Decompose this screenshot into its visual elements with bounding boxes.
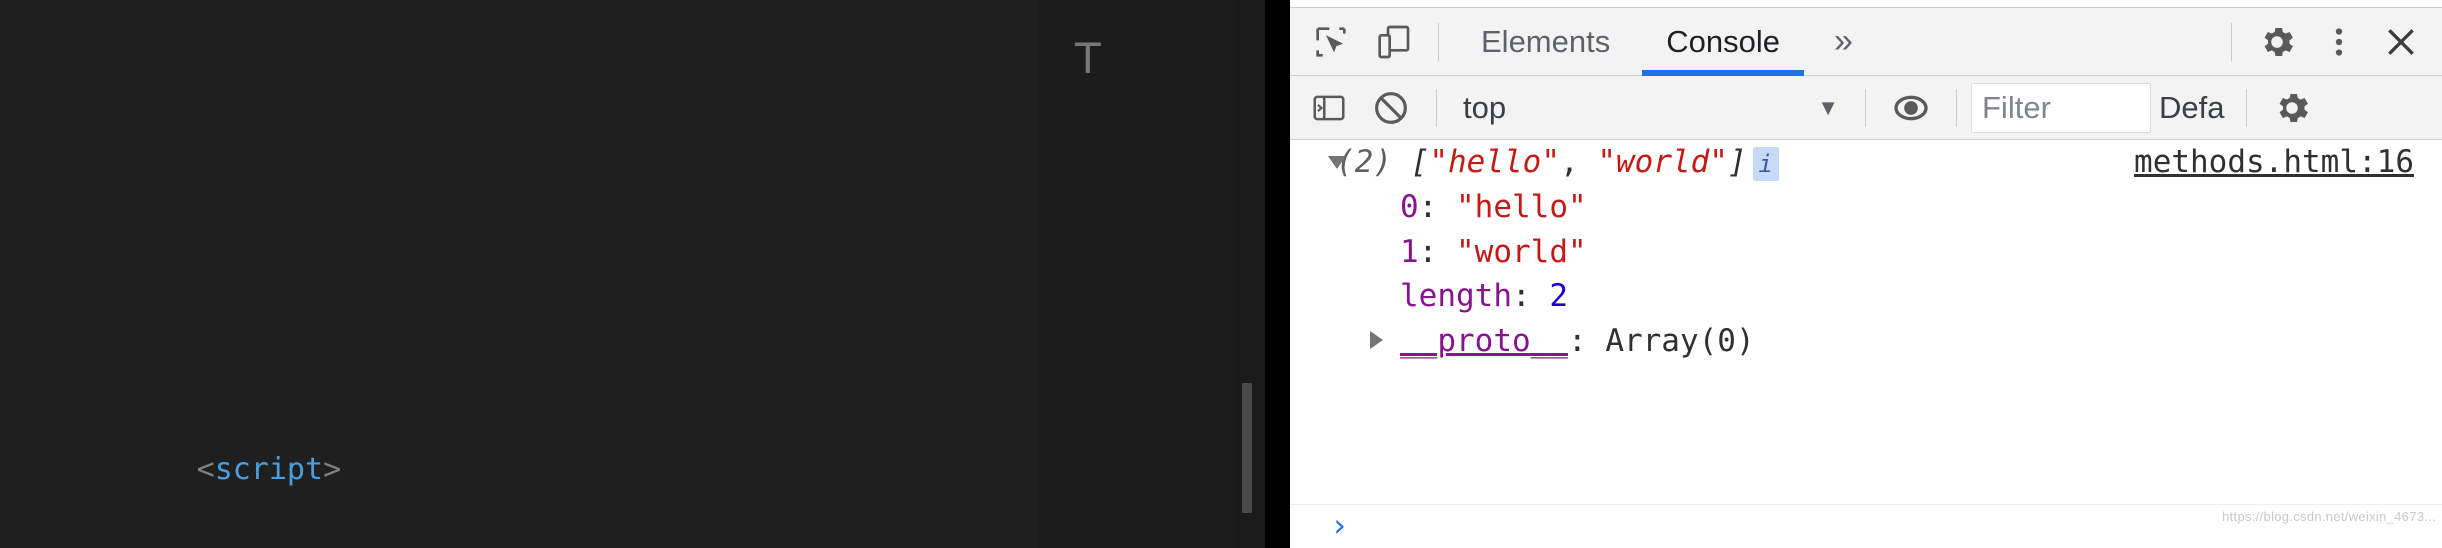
property-colon: : <box>1418 189 1456 226</box>
editor-scrollbar-thumb[interactable] <box>1242 383 1252 513</box>
code-editor-surface[interactable]: <script> const array = "hello world" con… <box>0 0 1037 548</box>
live-expression-icon[interactable] <box>1880 79 1942 137</box>
console-filter-toolbar: top ▼ Filter Defa <box>1290 76 2442 140</box>
console-output[interactable]: (2) ["hello", "world"] i methods.html:16… <box>1290 140 2442 548</box>
token-gt: > <box>323 452 342 487</box>
array-item-1: "world" <box>1597 144 1728 180</box>
log-levels-label: Defa <box>2159 89 2225 125</box>
property-value: "world" <box>1456 233 1587 270</box>
inspect-element-icon[interactable] <box>1300 13 1362 71</box>
devtools-toolbar-right <box>2217 13 2432 71</box>
property-colon: : <box>1418 233 1456 270</box>
filterbar-separator-4 <box>2246 88 2248 127</box>
console-sidebar-icon[interactable] <box>1298 79 1360 137</box>
array-item-0: "hello" <box>1429 144 1560 180</box>
console-property-0[interactable]: 0: "hello" <box>1290 185 2442 230</box>
code-text-area[interactable]: <script> const array = "hello world" con… <box>0 0 1037 548</box>
property-value: 2 <box>1549 278 1568 315</box>
property-colon: : <box>1567 322 1606 359</box>
filterbar-separator-2 <box>1865 88 1866 127</box>
pane-divider[interactable] <box>1265 0 1290 548</box>
tab-console[interactable]: Console <box>1638 8 1808 76</box>
property-key[interactable]: __proto__ <box>1400 323 1568 360</box>
minimap-glyph-text: T <box>1075 34 1101 83</box>
toolbar-separator-1 <box>1438 22 1439 61</box>
filter-placeholder-text: Filter <box>1982 89 2051 125</box>
prompt-caret-icon: › <box>1330 508 1349 545</box>
devtools-tab-strip: Elements Console » <box>1453 8 1879 76</box>
tab-elements-label: Elements <box>1481 23 1611 59</box>
editor-vertical-scrollbar[interactable] <box>1235 0 1265 548</box>
device-toolbar-icon[interactable] <box>1362 13 1424 71</box>
token-tag-script: script <box>214 452 324 487</box>
property-colon: : <box>1511 278 1550 315</box>
property-key: length <box>1400 278 1512 315</box>
token-lt: < <box>196 452 215 487</box>
console-property-length[interactable]: length: 2 <box>1290 274 2442 319</box>
execution-context-selector[interactable]: top ▼ <box>1451 83 1851 133</box>
clear-console-icon[interactable] <box>1360 79 1422 137</box>
code-top-padding <box>0 110 1037 222</box>
info-icon[interactable]: i <box>1752 147 1779 182</box>
property-key: 0 <box>1400 189 1419 226</box>
filterbar-separator-1 <box>1436 88 1437 127</box>
execution-context-value: top <box>1463 89 1507 125</box>
console-property-proto[interactable]: __proto__: Array(0) <box>1290 319 2442 364</box>
property-value: Array(0) <box>1605 322 1755 359</box>
chevron-down-icon: ▼ <box>1817 94 1839 120</box>
expand-triangle-icon[interactable] <box>1370 330 1383 349</box>
array-separator: , <box>1560 144 1598 180</box>
devtools-panel: Elements Console » top ▼ Filter Defa (2)… <box>1290 0 2442 548</box>
more-tabs-chevron-icon[interactable]: » <box>1808 8 1879 76</box>
property-key: 1 <box>1400 233 1419 270</box>
log-levels-dropdown[interactable]: Defa <box>2151 90 2232 126</box>
filterbar-separator-3 <box>1956 88 1957 127</box>
expand-triangle-icon[interactable] <box>1328 156 1346 169</box>
more-vertical-icon[interactable] <box>2308 13 2370 71</box>
close-icon[interactable] <box>2370 13 2432 71</box>
tab-elements[interactable]: Elements <box>1453 8 1638 76</box>
array-open-bracket: [ <box>1410 144 1430 180</box>
screenshot-root: <script> const array = "hello world" con… <box>0 0 2442 548</box>
code-line-script-open[interactable]: <script> <box>0 387 1037 487</box>
watermark-text: https://blog.csdn.net/weixin_4673... <box>2222 508 2436 524</box>
tab-console-label: Console <box>1666 23 1780 59</box>
gear-icon[interactable] <box>2246 13 2308 71</box>
more-tabs-label: » <box>1833 22 1853 60</box>
console-message-array[interactable]: (2) ["hello", "world"] i methods.html:16 <box>1290 140 2442 185</box>
devtools-toolbar: Elements Console » <box>1290 8 2442 76</box>
source-location-link[interactable]: methods.html:16 <box>2134 144 2414 181</box>
editor-minimap[interactable]: T <box>1037 0 1235 548</box>
gear-icon[interactable] <box>2261 79 2323 137</box>
array-close-bracket: ] <box>1727 144 1747 180</box>
space-1 <box>1392 144 1411 181</box>
toolbar-separator-2 <box>2231 22 2232 61</box>
filter-input[interactable]: Filter <box>1971 82 2151 133</box>
code-editor-pane: <script> const array = "hello world" con… <box>0 0 1290 548</box>
console-property-1[interactable]: 1: "world" <box>1290 230 2442 275</box>
property-value: "hello" <box>1456 189 1587 226</box>
